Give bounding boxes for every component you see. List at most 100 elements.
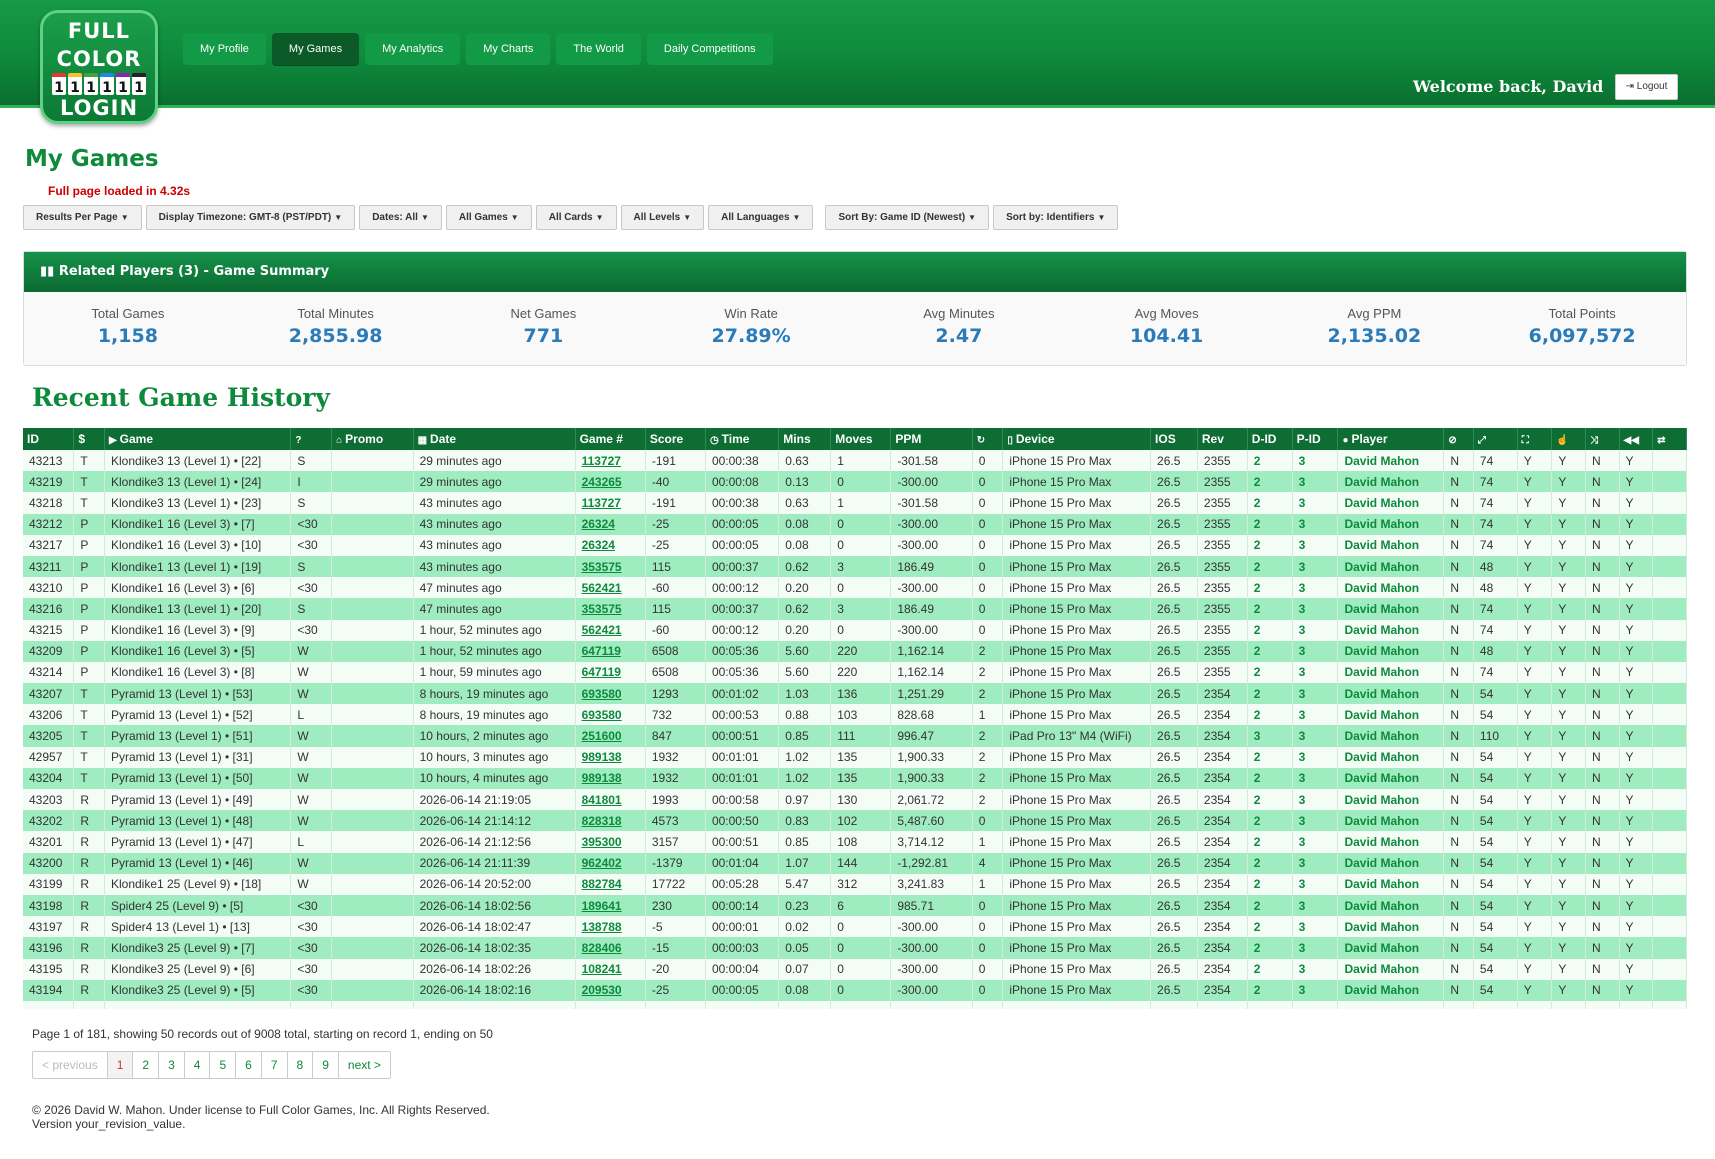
table-row: 43206 T Pyramid 13 (Level 1) • [52] L 8 hour…	[23, 704, 1687, 726]
game-number-link[interactable]: 989138	[582, 750, 622, 764]
game-number-link[interactable]: 395300	[582, 835, 622, 849]
nav-my-profile[interactable]: My Profile	[183, 33, 266, 66]
column-header-game[interactable]: ▶ Game	[104, 428, 292, 450]
column-header-moves[interactable]: Moves	[830, 428, 892, 450]
page-link-5[interactable]: 5	[210, 1052, 237, 1078]
nav-my-games[interactable]: My Games	[271, 33, 360, 66]
game-number-link[interactable]: 113727	[582, 496, 621, 510]
table-cell: 0.07	[778, 958, 832, 980]
game-number-link[interactable]: 989138	[582, 771, 622, 785]
game-number-link[interactable]: 562421	[582, 623, 622, 637]
column-header-rewind-icon[interactable]: ◀◀	[1619, 428, 1654, 450]
table-cell: iPhone 15 Pro Max	[1002, 640, 1152, 662]
table-cell: 115	[645, 598, 706, 620]
nav-my-analytics[interactable]: My Analytics	[365, 33, 461, 66]
game-number-link[interactable]: 828406	[582, 941, 622, 955]
game-number-link[interactable]: 693580	[582, 687, 622, 701]
game-number-link[interactable]: 562421	[582, 581, 622, 595]
column-header-score[interactable]: Score	[645, 428, 706, 450]
column-header-question-icon[interactable]: ?	[290, 428, 333, 450]
page-link-8[interactable]: 8	[288, 1052, 314, 1078]
game-number-link[interactable]: 251600	[582, 729, 622, 743]
sort-by-game-id-dropdown[interactable]: Sort By: Game ID (Newest) ▼	[825, 205, 990, 230]
table-cell: 1	[830, 492, 892, 514]
column-header-device[interactable]: ▯ Device	[1002, 428, 1152, 450]
table-cell	[331, 1000, 414, 1009]
games-dropdown[interactable]: All Games ▼	[445, 205, 532, 230]
column-header-resize-icon[interactable]: ⤢	[1473, 428, 1518, 450]
game-number-link[interactable]: 693580	[582, 708, 622, 722]
game-number-link[interactable]: 647119	[582, 644, 621, 658]
results-per-page-dropdown[interactable]: Results Per Page ▼	[23, 205, 142, 230]
column-header-ppm[interactable]: PPM	[890, 428, 973, 450]
column-header-mins[interactable]: Mins	[778, 428, 832, 450]
game-number-link[interactable]: 828318	[582, 814, 622, 828]
game-number-link[interactable]: 209530	[582, 983, 622, 997]
game-number-link[interactable]: 647119	[582, 665, 621, 679]
column-header-fullscreen-icon[interactable]: ⛶	[1517, 428, 1553, 450]
table-cell: 26.5	[1150, 831, 1198, 853]
game-number-link[interactable]: 243265	[582, 475, 622, 489]
column-header-time[interactable]: ◷ Time	[705, 428, 780, 450]
game-number-link[interactable]: 26324	[582, 538, 615, 552]
column-header-shuffle-icon[interactable]: ⤨	[1585, 428, 1620, 450]
game-history-table: ID $ ▶ Game? ⌂ Promo ▦ Date Game # Score ◷ Time Mins…	[23, 428, 1687, 1009]
page-link-9[interactable]: 9	[313, 1052, 339, 1078]
table-cell: 135	[830, 767, 892, 789]
table-cell	[413, 1000, 576, 1009]
game-number-link[interactable]: 962402	[582, 856, 622, 870]
game-number-link[interactable]: 189641	[582, 899, 622, 913]
table-cell: iPhone 15 Pro Max	[1002, 450, 1152, 472]
game-number-link[interactable]: 26324	[582, 517, 615, 531]
page-link-4[interactable]: 4	[185, 1052, 211, 1078]
table-row: 43217 P Klondike1 16 (Level 3) • [10] <30 43…	[23, 534, 1687, 556]
table-cell	[331, 831, 414, 853]
column-header-swap-icon[interactable]: ⇄	[1652, 428, 1687, 450]
page-link-2[interactable]: 2	[133, 1052, 160, 1078]
column-header-hand-icon[interactable]: ☝	[1551, 428, 1586, 450]
page-link-6[interactable]: 6	[236, 1052, 262, 1078]
nav-daily-competitions[interactable]: Daily Competitions	[646, 33, 773, 66]
column-header-rev[interactable]: Rev	[1197, 428, 1248, 450]
page-link-7[interactable]: 7	[262, 1052, 288, 1078]
cards-dropdown[interactable]: All Cards ▼	[535, 205, 617, 230]
game-number-link[interactable]: 841801	[582, 793, 622, 807]
nav-my-charts[interactable]: My Charts	[466, 33, 551, 66]
languages-dropdown[interactable]: All Languages ▼	[708, 205, 814, 230]
game-number-link[interactable]: 882784	[582, 877, 622, 891]
game-number-link[interactable]: 353575	[582, 602, 622, 616]
column-header-d-id[interactable]: D-ID	[1247, 428, 1293, 450]
column-header-ios[interactable]: IOS	[1150, 428, 1198, 450]
table-cell: iPhone 15 Pro Max	[1002, 789, 1152, 811]
page-link-3[interactable]: 3	[159, 1052, 185, 1078]
game-number-link[interactable]: 138788	[582, 920, 622, 934]
page-link-1[interactable]: 1	[107, 1052, 134, 1078]
table-row: 43195 R Klondike3 25 (Level 9) • [6] <30 202…	[23, 958, 1687, 980]
column-header-promo[interactable]: ⌂ Promo	[331, 428, 414, 450]
game-number-link[interactable]: 353575	[582, 560, 622, 574]
table-cell: 43199	[23, 873, 75, 895]
column-header-game-[interactable]: Game #	[575, 428, 646, 450]
column-header-p-id[interactable]: P-ID	[1292, 428, 1339, 450]
nav-the-world[interactable]: The World	[556, 33, 641, 66]
next-page-link[interactable]: next >	[339, 1052, 390, 1078]
table-cell	[331, 852, 414, 874]
full-color-login-logo[interactable]: FULL COLOR 1 1 1 1 1 1 LOGIN	[40, 10, 158, 124]
table-cell: N	[1443, 661, 1474, 684]
dates-dropdown[interactable]: Dates: All ▼	[359, 205, 442, 230]
table-cell: 0.08	[778, 513, 832, 535]
levels-dropdown[interactable]: All Levels ▼	[620, 205, 705, 230]
column-header-id[interactable]: ID	[23, 428, 75, 450]
column-header-date[interactable]: ▦ Date	[413, 428, 576, 450]
logout-button[interactable]: ⇥ Logout	[1615, 74, 1678, 100]
timezone-dropdown[interactable]: Display Timezone: GMT-8 (PST/PDT) ▼	[145, 205, 356, 230]
column-header--[interactable]: $	[73, 428, 105, 450]
column-header-refresh-icon[interactable]: ↻	[972, 428, 1004, 450]
game-number-link[interactable]: 113727	[582, 454, 621, 468]
column-header-ban-icon[interactable]: ⊘	[1443, 428, 1474, 450]
game-number-link[interactable]: 108241	[582, 962, 622, 976]
sort-by-identifiers-dropdown[interactable]: Sort by: Identifiers ▼	[993, 205, 1119, 230]
table-cell: L	[290, 831, 333, 853]
table-cell	[1652, 789, 1687, 811]
column-header-player[interactable]: ● Player	[1337, 428, 1445, 450]
